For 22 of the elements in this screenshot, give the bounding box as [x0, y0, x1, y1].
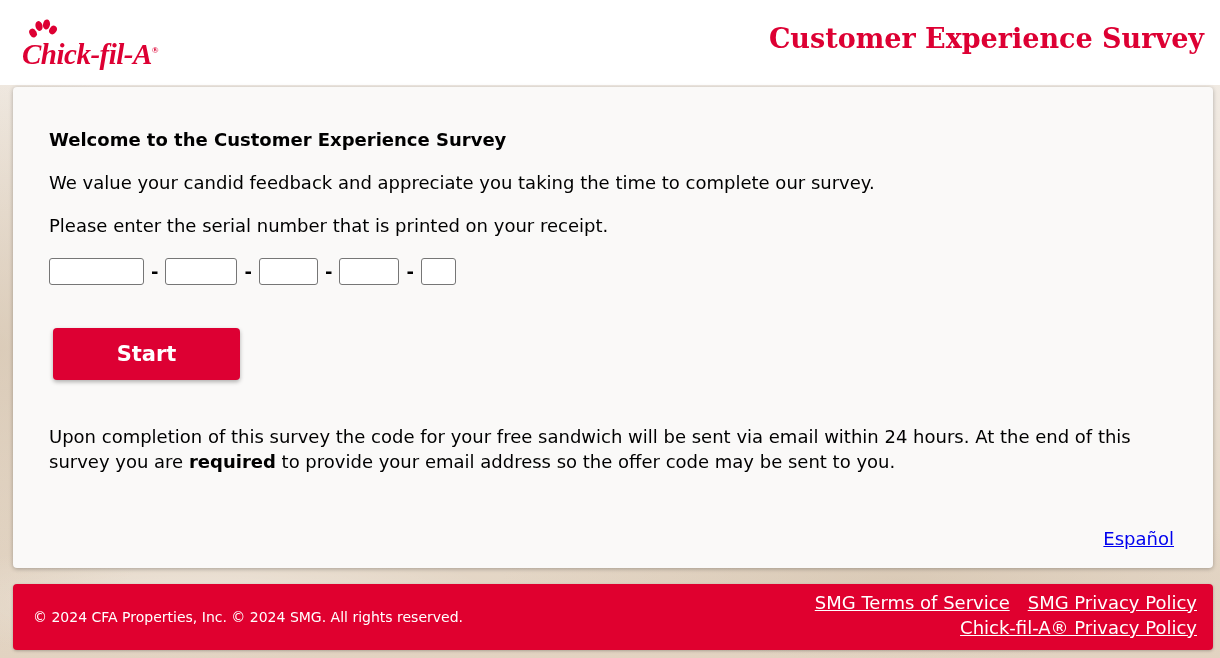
notice-text: Upon completion of this survey the code for your free sandwich will be sent via email within 24 hours. At the end of this survey you are required to provide your email address so the offer code may be sent to you.: [49, 425, 1132, 474]
footer-link[interactable]: SMG Terms of Service: [814, 590, 1010, 615]
footer-link[interactable]: SMG Privacy Policy: [1027, 590, 1197, 615]
serial-separator: -: [151, 259, 159, 284]
serial-input-field[interactable]: [258, 258, 318, 285]
comb-icon: [28, 18, 58, 39]
page-title: Customer Experience Survey: [768, 23, 1204, 54]
serial-input-field[interactable]: [165, 258, 238, 285]
language-link[interactable]: Español: [1103, 527, 1174, 551]
footer-link[interactable]: Chick-fil-A® Privacy Policy: [960, 615, 1197, 640]
serial-separator: -: [244, 259, 252, 284]
copyright-text: © 2024 CFA Properties, Inc. © 2024 SMG. All rights reserved.: [33, 608, 463, 627]
serial-input-field[interactable]: [49, 258, 144, 285]
serial-separator: -: [324, 259, 333, 284]
welcome-heading: Welcome to the Customer Experience Survey: [49, 128, 507, 152]
serial-input-field[interactable]: [339, 258, 400, 285]
logo-wordmark: Chick-fil-A$^{®}$: [22, 36, 159, 71]
start-button[interactable]: Start: [53, 328, 240, 380]
serial-separator: -: [406, 259, 414, 284]
serial-input-field[interactable]: [420, 258, 456, 285]
intro-text: We value your candid feedback and appreciate you taking the time to complete our survey.: [49, 171, 875, 195]
serial-prompt: Please enter the serial number that is printed on your receipt.: [49, 214, 609, 238]
